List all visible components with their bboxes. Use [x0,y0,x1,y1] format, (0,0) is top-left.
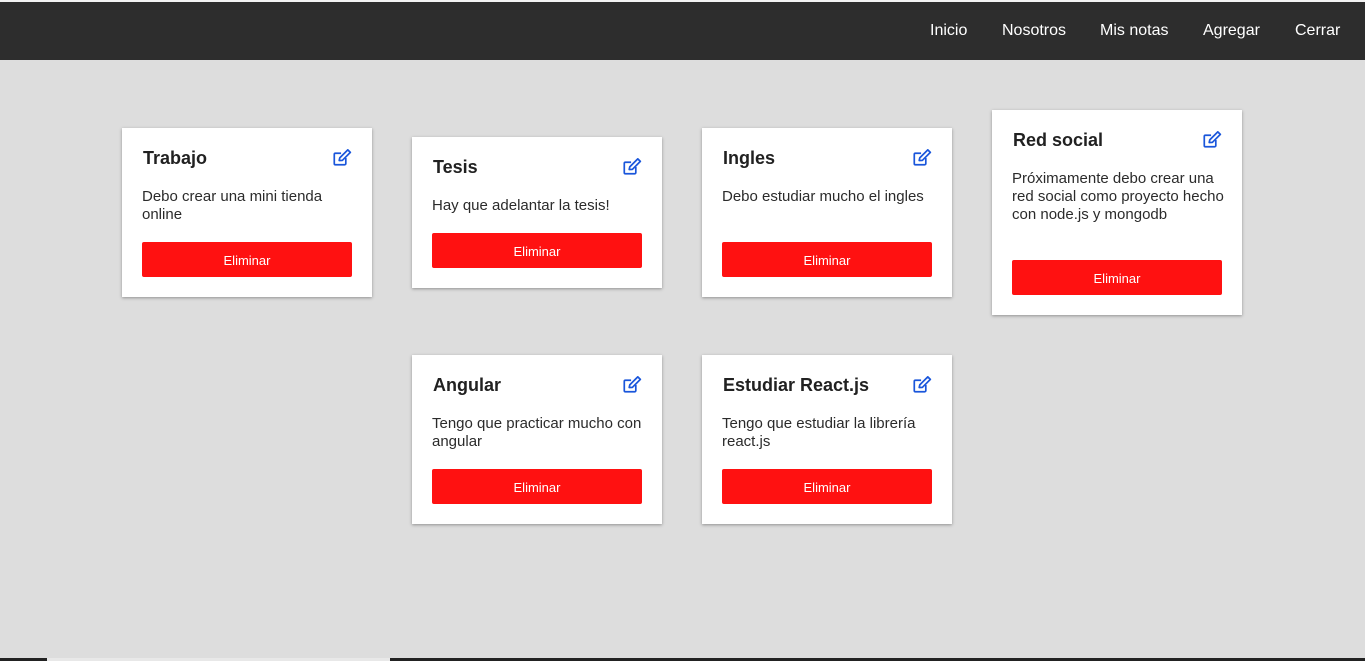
nav-link-inicio[interactable]: Inicio [930,2,967,60]
edit-icon[interactable] [913,376,932,393]
note-title: Red social [1013,130,1104,150]
note-card: Angular Tengo que practicar mucho con an… [412,355,662,524]
delete-button[interactable]: Eliminar [722,469,932,504]
delete-button[interactable]: Eliminar [432,233,642,268]
edit-icon[interactable] [1203,131,1222,148]
edit-icon[interactable] [913,149,932,166]
note-card: Tesis Hay que adelantar la tesis! Elimin… [412,137,662,288]
edit-icon[interactable] [333,149,352,166]
edit-icon[interactable] [623,158,642,175]
top-navbar: Inicio Nosotros Mis notas Agregar Cerrar [0,2,1365,60]
note-text: Tengo que practicar mucho con angular [432,415,642,450]
note-card: Ingles Debo estudiar mucho el ingles Eli… [702,128,952,297]
note-text: Hay que adelantar la tesis! [432,197,610,214]
note-card: Red social Próximamente debo crear una r… [992,110,1242,315]
note-card: Estudiar React.js Tengo que estudiar la … [702,355,952,524]
note-text: Próximamente debo crear una red social c… [1012,170,1224,223]
note-text: Debo estudiar mucho el ingles [722,188,924,205]
nav-link-cerrar[interactable]: Cerrar [1295,2,1340,60]
nav-link-nosotros[interactable]: Nosotros [1002,2,1066,60]
note-title: Estudiar React.js [723,375,870,395]
nav-link-mis-notas[interactable]: Mis notas [1100,2,1168,60]
delete-button[interactable]: Eliminar [1012,260,1222,295]
note-title: Tesis [433,157,478,177]
note-text: Debo crear una mini tienda online [142,188,323,223]
delete-button[interactable]: Eliminar [432,469,642,504]
note-title: Ingles [723,148,776,168]
nav-link-agregar[interactable]: Agregar [1203,2,1260,60]
delete-button[interactable]: Eliminar [722,242,932,277]
note-title: Trabajo [143,148,208,168]
delete-button[interactable]: Eliminar [142,242,352,277]
note-text: Tengo que estudiar la librería react.js [722,415,916,450]
note-card: Trabajo Debo crear una mini tienda onlin… [122,128,372,297]
note-title: Angular [433,375,502,395]
edit-icon[interactable] [623,376,642,393]
